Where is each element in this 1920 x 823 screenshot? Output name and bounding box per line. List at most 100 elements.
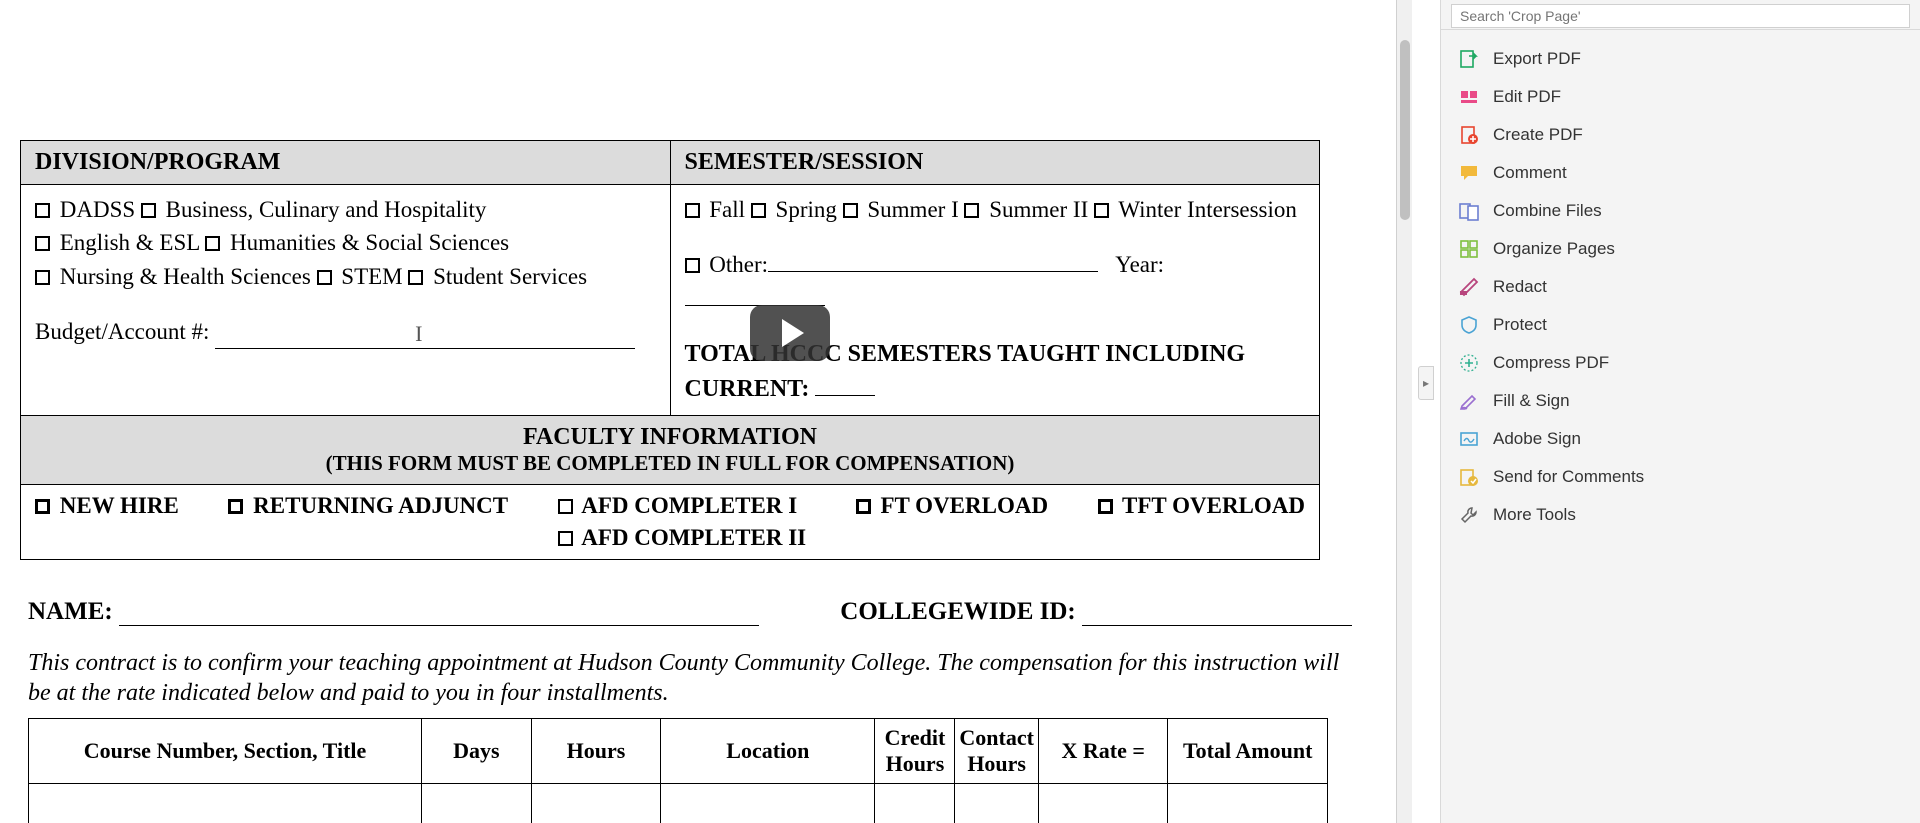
- header-semester: SEMESTER/SESSION: [670, 141, 1320, 185]
- collapse-right-pane-button[interactable]: ▸: [1418, 366, 1434, 400]
- opt-returning: RETURNING ADJUNCT: [253, 493, 508, 518]
- opt-afd1: AFD COMPLETER I: [581, 493, 797, 518]
- checkbox-tft[interactable]: [1098, 499, 1113, 514]
- checkbox-spring[interactable]: [751, 203, 766, 218]
- faculty-header: FACULTY INFORMATION (THIS FORM MUST BE C…: [21, 415, 1320, 484]
- tool-compress-pdf[interactable]: Compress PDF: [1441, 344, 1920, 382]
- text-cursor-icon: I: [415, 318, 422, 350]
- create-pdf-icon: [1459, 125, 1479, 145]
- adobe-sign-icon: [1459, 429, 1479, 449]
- tool-fill-sign[interactable]: Fill & Sign: [1441, 382, 1920, 420]
- tool-label: Compress PDF: [1493, 353, 1609, 373]
- other-field[interactable]: [768, 271, 1098, 272]
- total-taught-field[interactable]: [815, 395, 875, 396]
- tool-more-tools[interactable]: More Tools: [1441, 496, 1920, 534]
- tool-label: Organize Pages: [1493, 239, 1615, 259]
- tool-protect[interactable]: Protect: [1441, 306, 1920, 344]
- chevron-right-icon: ▸: [1423, 376, 1429, 390]
- checkbox-winter[interactable]: [1094, 203, 1109, 218]
- tool-label: Protect: [1493, 315, 1547, 335]
- checkbox-dadss[interactable]: [35, 203, 50, 218]
- tool-combine-files[interactable]: Combine Files: [1441, 192, 1920, 230]
- checkbox-s2[interactable]: [964, 203, 979, 218]
- opt-nhs: Nursing & Health Sciences: [60, 264, 311, 289]
- tools-pane: Export PDF Edit PDF Create PDF Comment C…: [1440, 0, 1920, 823]
- tool-label: Edit PDF: [1493, 87, 1561, 107]
- tool-label: Comment: [1493, 163, 1567, 183]
- opt-bch: Business, Culinary and Hospitality: [166, 197, 487, 222]
- comment-icon: [1459, 163, 1479, 183]
- tool-export-pdf[interactable]: Export PDF: [1441, 40, 1920, 78]
- tool-send-comments[interactable]: Send for Comments: [1441, 458, 1920, 496]
- opt-other: Other:: [709, 252, 768, 277]
- checkbox-ss[interactable]: [408, 270, 423, 285]
- checkbox-ft[interactable]: [856, 499, 871, 514]
- tool-label: Fill & Sign: [1493, 391, 1570, 411]
- col-course: Course Number, Section, Title: [29, 718, 422, 783]
- checkbox-nhs[interactable]: [35, 270, 50, 285]
- name-label: NAME:: [28, 598, 113, 626]
- opt-s2: Summer II: [989, 197, 1088, 222]
- tool-edit-pdf[interactable]: Edit PDF: [1441, 78, 1920, 116]
- opt-tft: TFT OVERLOAD: [1122, 493, 1305, 518]
- checkbox-afd1[interactable]: [558, 499, 573, 514]
- checkbox-other[interactable]: [685, 258, 700, 273]
- pdf-page: DIVISION/PROGRAM SEMESTER/SESSION DADSS …: [20, 0, 1360, 823]
- checkbox-fall[interactable]: [685, 203, 700, 218]
- tool-adobe-sign[interactable]: Adobe Sign: [1441, 420, 1920, 458]
- opt-eng: English & ESL: [60, 230, 200, 255]
- checkbox-returning[interactable]: [228, 499, 243, 514]
- tool-label: Combine Files: [1493, 201, 1602, 221]
- wrench-icon: [1459, 505, 1479, 525]
- checkbox-hss[interactable]: [205, 236, 220, 251]
- course-table: Course Number, Section, Title Days Hours…: [28, 718, 1328, 823]
- year-label: Year:: [1115, 252, 1164, 277]
- tool-create-pdf[interactable]: Create PDF: [1441, 116, 1920, 154]
- tool-redact[interactable]: Redact: [1441, 268, 1920, 306]
- opt-spring: Spring: [776, 197, 837, 222]
- fill-sign-icon: [1459, 391, 1479, 411]
- form-top-table: DIVISION/PROGRAM SEMESTER/SESSION DADSS …: [20, 140, 1320, 560]
- compress-icon: [1459, 353, 1479, 373]
- col-location: Location: [661, 718, 875, 783]
- budget-field[interactable]: I: [215, 315, 635, 349]
- opt-dadss: DADSS: [60, 197, 135, 222]
- header-division: DIVISION/PROGRAM: [21, 141, 671, 185]
- tool-organize-pages[interactable]: Organize Pages: [1441, 230, 1920, 268]
- checkbox-bch[interactable]: [141, 203, 156, 218]
- opt-new-hire: NEW HIRE: [60, 493, 179, 518]
- tool-label: Send for Comments: [1493, 467, 1644, 487]
- combine-icon: [1459, 201, 1479, 221]
- tool-label: Create PDF: [1493, 125, 1583, 145]
- checkbox-s1[interactable]: [843, 203, 858, 218]
- checkbox-stem[interactable]: [317, 270, 332, 285]
- tool-comment[interactable]: Comment: [1441, 154, 1920, 192]
- opt-s1: Summer I: [867, 197, 958, 222]
- col-hours: Hours: [531, 718, 661, 783]
- col-total: Total Amount: [1168, 718, 1328, 783]
- checkbox-eng[interactable]: [35, 236, 50, 251]
- name-id-row: NAME: COLLEGEWIDE ID:: [28, 598, 1352, 626]
- checkbox-afd2[interactable]: [558, 531, 573, 546]
- col-days: Days: [422, 718, 532, 783]
- document-viewport[interactable]: DIVISION/PROGRAM SEMESTER/SESSION DADSS …: [0, 0, 1440, 823]
- name-field[interactable]: [119, 625, 759, 626]
- scrollbar-thumb[interactable]: [1400, 40, 1410, 220]
- col-rate: X Rate =: [1038, 718, 1168, 783]
- opt-ss: Student Services: [433, 264, 587, 289]
- checkbox-new-hire[interactable]: [35, 499, 50, 514]
- vertical-scrollbar[interactable]: [1396, 0, 1412, 823]
- semester-cell: Fall Spring Summer I Summer II Winter In…: [670, 185, 1320, 416]
- tools-search-input[interactable]: [1451, 4, 1910, 28]
- shield-icon: [1459, 315, 1479, 335]
- table-row[interactable]: [29, 783, 1328, 823]
- collegewide-id-field[interactable]: [1082, 625, 1352, 626]
- video-play-button[interactable]: [750, 305, 830, 361]
- opt-afd2: AFD COMPLETER II: [581, 525, 806, 550]
- collegewide-id-label: COLLEGEWIDE ID:: [840, 598, 1075, 626]
- opt-stem: STEM: [341, 264, 402, 289]
- faculty-options-cell: NEW HIRE RETURNING ADJUNCT AFD COMPLETER…: [21, 484, 1320, 559]
- faculty-subtitle: (THIS FORM MUST BE COMPLETED IN FULL FOR…: [35, 451, 1305, 476]
- edit-pdf-icon: [1459, 87, 1479, 107]
- budget-label: Budget/Account #:: [35, 319, 209, 344]
